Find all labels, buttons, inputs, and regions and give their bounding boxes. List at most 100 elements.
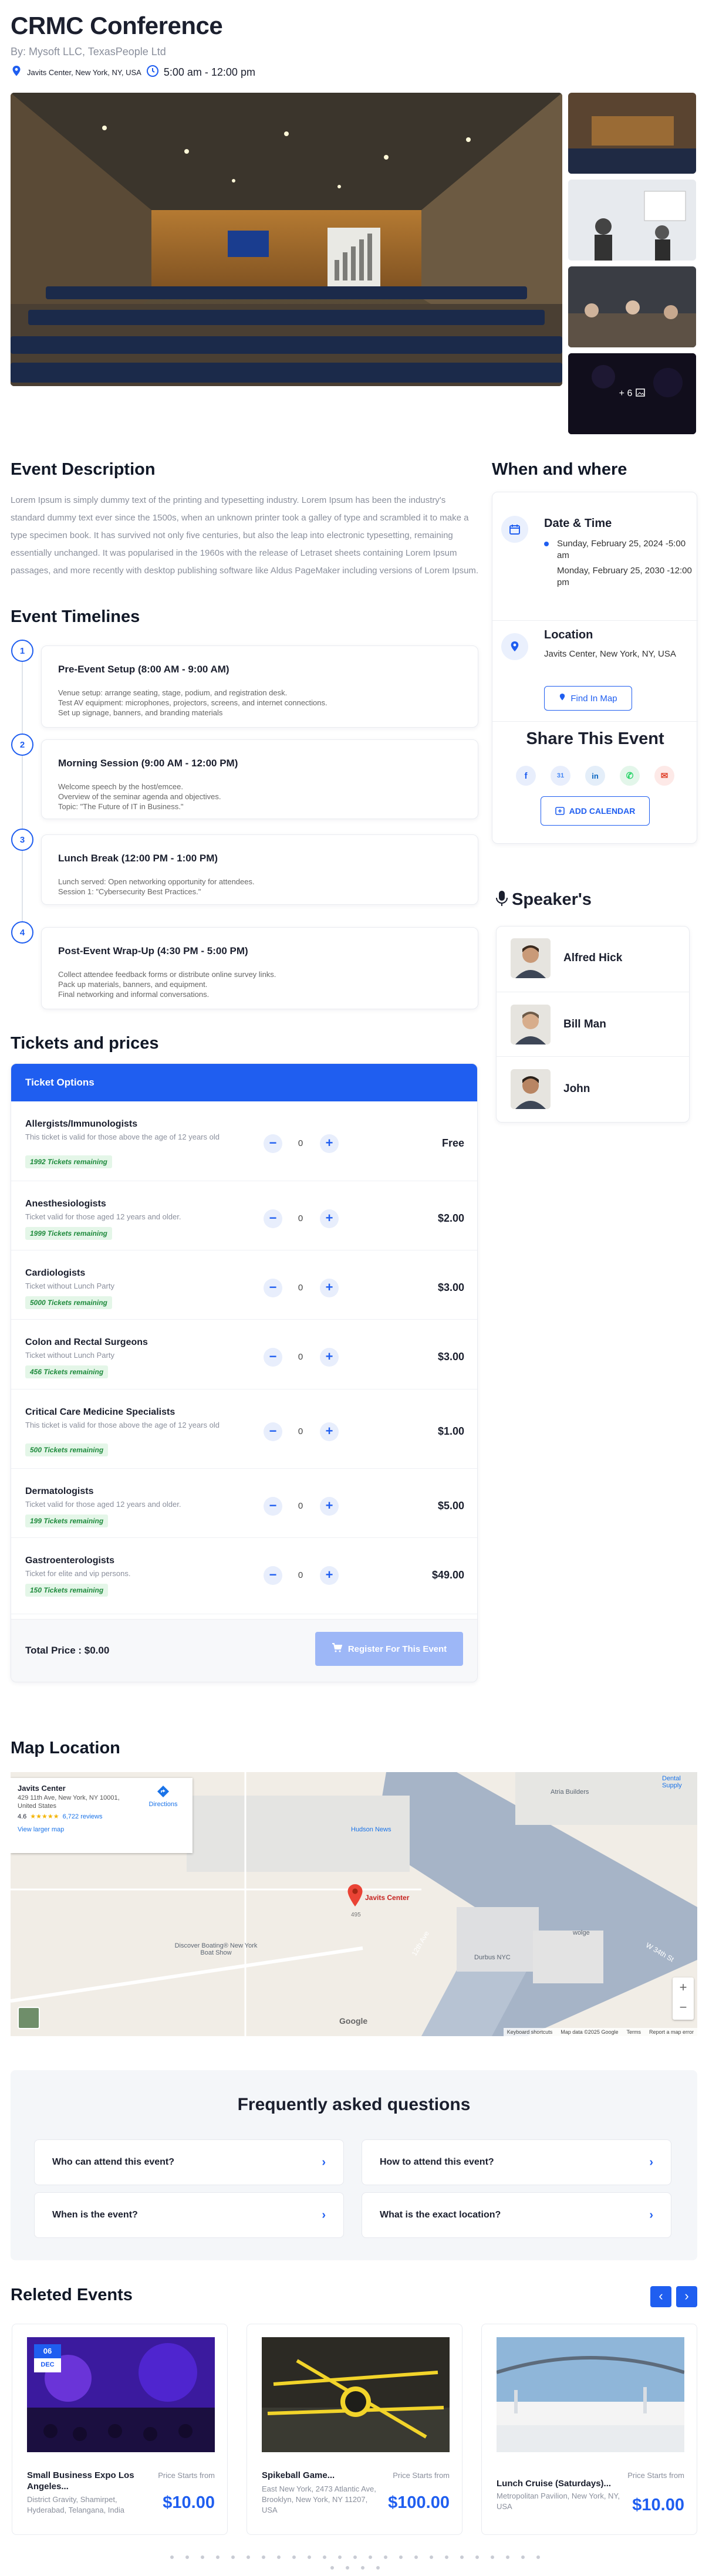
decrease-quantity-button[interactable]: − — [264, 1422, 282, 1441]
faq-item[interactable]: Who can attend this event? › — [34, 2139, 344, 2185]
find-in-map-button[interactable]: Find In Map — [544, 686, 632, 711]
find-in-map-label: Find In Map — [570, 693, 617, 704]
cart-icon — [332, 1643, 343, 1655]
pagination-dot[interactable] — [323, 2555, 326, 2559]
facebook-icon[interactable]: f — [516, 766, 536, 786]
whatsapp-icon[interactable]: ✆ — [620, 766, 640, 786]
decrease-quantity-button[interactable]: − — [264, 1209, 282, 1228]
pagination-dot[interactable] — [399, 2555, 403, 2559]
pagination-dot[interactable] — [292, 2555, 296, 2559]
pagination-dot[interactable] — [330, 2566, 334, 2570]
pagination-dot[interactable] — [376, 2566, 380, 2570]
register-button[interactable]: Register For This Event — [315, 1632, 463, 1666]
pagination-dot[interactable] — [506, 2555, 509, 2559]
description-text: Lorem Ipsum is simply dummy text of the … — [11, 495, 479, 576]
speaker-item[interactable]: Alfred Hick — [496, 926, 690, 990]
terms-link[interactable]: Terms — [626, 2029, 641, 2035]
linkedin-icon[interactable]: in — [585, 766, 605, 786]
ticket-name: Anesthesiologists — [25, 1199, 106, 1209]
gallery-thumb-1[interactable] — [568, 93, 696, 174]
gallery-thumb-2[interactable] — [568, 180, 696, 261]
faq-item[interactable]: What is the exact location? › — [362, 2192, 671, 2238]
ticket-quantity[interactable]: 0 — [286, 1501, 315, 1511]
map-satellite-toggle[interactable] — [18, 2007, 40, 2029]
decrease-quantity-button[interactable]: − — [264, 1497, 282, 1516]
pagination-dot[interactable] — [491, 2555, 494, 2559]
decrease-quantity-button[interactable]: − — [264, 1348, 282, 1367]
pagination-dot[interactable] — [475, 2555, 479, 2559]
map-place-card: Javits Center 429 11th Ave, New York, NY… — [11, 1778, 193, 1853]
event-date-day: 06 — [34, 2344, 61, 2358]
timeline-detail: Session 1: "Cybersecurity Best Practices… — [58, 887, 201, 896]
pagination-dot[interactable] — [384, 2555, 387, 2559]
zoom-out-button[interactable]: − — [673, 1999, 694, 2020]
timeline-detail: Venue setup: arrange seating, stage, pod… — [58, 688, 288, 697]
pagination-dot[interactable] — [353, 2555, 357, 2559]
decrease-quantity-button[interactable]: − — [264, 1566, 282, 1585]
gallery-more-label: + 6 — [619, 388, 633, 398]
map-label-atria: Atria Builders — [551, 1789, 589, 1796]
add-calendar-label: ADD CALENDAR — [569, 806, 636, 816]
pagination-dot[interactable] — [414, 2555, 418, 2559]
email-icon[interactable]: ✉ — [654, 766, 674, 786]
speaker-item[interactable]: Bill Man — [496, 992, 690, 1056]
gallery-more-thumb[interactable]: + 6 — [568, 353, 696, 434]
increase-quantity-button[interactable]: + — [320, 1134, 339, 1153]
decrease-quantity-button[interactable]: − — [264, 1134, 282, 1153]
add-calendar-button[interactable]: ADD CALENDAR — [541, 796, 650, 826]
increase-quantity-button[interactable]: + — [320, 1566, 339, 1585]
ticket-quantity[interactable]: 0 — [286, 1570, 315, 1580]
keyboard-shortcuts-link[interactable]: Keyboard shortcuts — [507, 2029, 553, 2035]
zoom-in-button[interactable]: + — [673, 1977, 694, 1999]
pagination-dot[interactable] — [185, 2555, 189, 2559]
increase-quantity-button[interactable]: + — [320, 1497, 339, 1516]
ticket-quantity[interactable]: 0 — [286, 1426, 315, 1436]
view-larger-map-link[interactable]: View larger map — [18, 1826, 185, 1833]
pagination-dot[interactable] — [308, 2555, 311, 2559]
increase-quantity-button[interactable]: + — [320, 1348, 339, 1367]
pagination-dot[interactable] — [277, 2555, 281, 2559]
related-event-card[interactable]: 06 DEC Small Business Expo Los Angeles..… — [12, 2324, 228, 2535]
increase-quantity-button[interactable]: + — [320, 1279, 339, 1297]
pagination-dot[interactable] — [338, 2555, 342, 2559]
gallery-thumb-3[interactable] — [568, 266, 696, 347]
related-event-card[interactable]: Lunch Cruise (Saturdays)... Metropolitan… — [481, 2324, 697, 2535]
pagination-dot[interactable] — [247, 2555, 250, 2559]
report-error-link[interactable]: Report a map error — [649, 2029, 694, 2035]
pagination-dot[interactable] — [430, 2555, 433, 2559]
ticket-quantity[interactable]: 0 — [286, 1283, 315, 1293]
pagination-dot[interactable] — [231, 2555, 235, 2559]
ticket-quantity[interactable]: 0 — [286, 1213, 315, 1223]
tickets-panel: Ticket Options Total Price : $0.00 Regis… — [11, 1063, 478, 1682]
ticket-quantity[interactable]: 0 — [286, 1138, 315, 1148]
pagination-dot[interactable] — [361, 2566, 364, 2570]
pagination-dot[interactable] — [521, 2555, 525, 2559]
directions-button[interactable]: Directions — [146, 1785, 181, 1808]
carousel-next-button[interactable]: › — [676, 2286, 697, 2307]
pagination-dot[interactable] — [460, 2555, 464, 2559]
map-embed[interactable]: Javits Center 429 11th Ave, New York, NY… — [11, 1772, 697, 2036]
increase-quantity-button[interactable]: + — [320, 1209, 339, 1228]
pagination-dot[interactable] — [170, 2555, 174, 2559]
main-event-photo[interactable] — [11, 93, 562, 386]
decrease-quantity-button[interactable]: − — [264, 1279, 282, 1297]
map-pin-icon[interactable] — [347, 1884, 363, 1910]
pagination-dot[interactable] — [536, 2555, 540, 2559]
total-price: Total Price : $0.00 — [25, 1645, 110, 1656]
faq-item[interactable]: How to attend this event? › — [362, 2139, 671, 2185]
google-calendar-icon[interactable]: 31 — [551, 766, 570, 786]
pagination-dot[interactable] — [216, 2555, 220, 2559]
map-reviews-link[interactable]: 6,722 reviews — [63, 1813, 103, 1820]
pagination-dot[interactable] — [262, 2555, 265, 2559]
pagination-dot[interactable] — [445, 2555, 448, 2559]
pagination-dot[interactable] — [369, 2555, 372, 2559]
related-event-card[interactable]: Spikeball Game... East New York, 2473 At… — [247, 2324, 462, 2535]
speaker-item[interactable]: John — [496, 1056, 690, 1121]
ticket-name: Colon and Rectal Surgeons — [25, 1337, 148, 1347]
faq-item[interactable]: When is the event? › — [34, 2192, 344, 2238]
pagination-dot[interactable] — [201, 2555, 204, 2559]
pagination-dot[interactable] — [346, 2566, 349, 2570]
increase-quantity-button[interactable]: + — [320, 1422, 339, 1441]
ticket-quantity[interactable]: 0 — [286, 1352, 315, 1362]
carousel-prev-button[interactable]: ‹ — [650, 2286, 671, 2307]
